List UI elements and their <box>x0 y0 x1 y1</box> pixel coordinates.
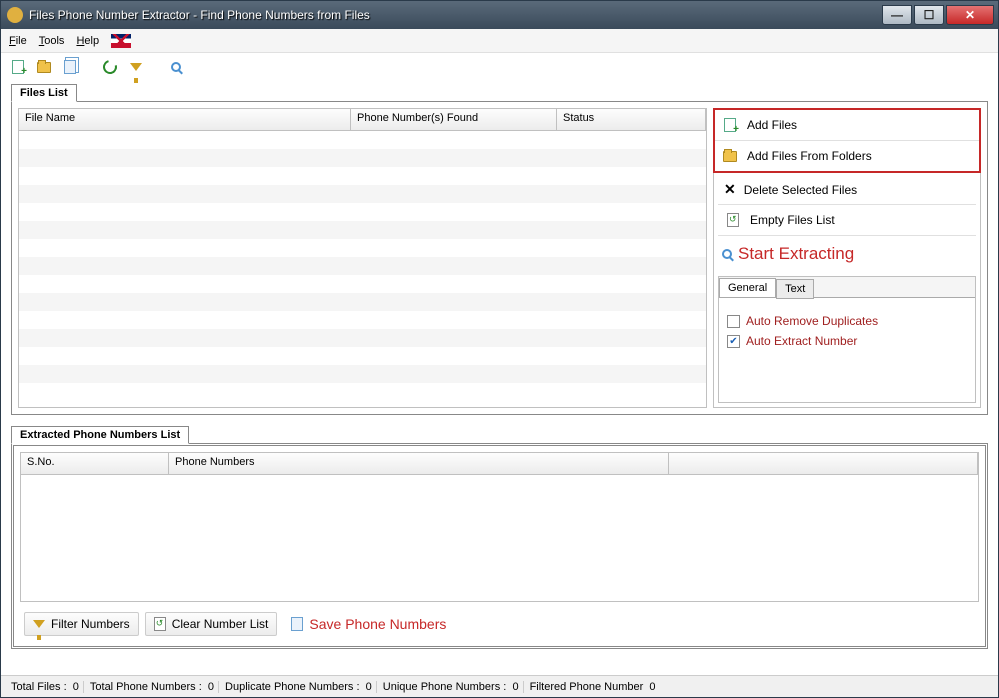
tab-general[interactable]: General <box>719 278 776 298</box>
copy-icon[interactable] <box>61 58 79 76</box>
menu-file[interactable]: File <box>9 35 27 47</box>
files-list-tab[interactable]: Files List <box>11 84 77 102</box>
col-filename[interactable]: File Name <box>19 109 351 130</box>
checkbox-icon <box>727 315 740 328</box>
empty-files-list-button[interactable]: Empty Files List <box>718 205 976 236</box>
add-files-button[interactable]: Add Files <box>715 110 979 141</box>
menubar: File Tools Help <box>1 29 998 53</box>
extracted-list-tab[interactable]: Extracted Phone Numbers List <box>11 426 189 444</box>
menu-tools[interactable]: Tools <box>39 35 65 47</box>
filter-icon[interactable] <box>127 58 145 76</box>
menu-help[interactable]: Help <box>76 35 99 47</box>
side-actions-panel: Add Files Add Files From Folders ✕ Delet… <box>713 108 981 408</box>
add-folder-icon[interactable] <box>35 58 53 76</box>
save-phone-numbers-button[interactable]: Save Phone Numbers <box>283 612 454 636</box>
status-total-phone: Total Phone Numbers : 0 <box>86 681 219 693</box>
statusbar: Total Files : 0 Total Phone Numbers : 0 … <box>1 675 998 697</box>
tab-text[interactable]: Text <box>776 279 814 299</box>
col-sno[interactable]: S.No. <box>21 453 169 474</box>
language-flag-icon[interactable] <box>111 34 131 48</box>
toolbar <box>1 53 998 81</box>
col-phone-found[interactable]: Phone Number(s) Found <box>351 109 557 130</box>
auto-remove-duplicates-checkbox[interactable]: Auto Remove Duplicates <box>727 314 967 328</box>
folder-icon <box>721 147 739 165</box>
add-files-icon <box>721 116 739 134</box>
save-icon <box>291 617 303 631</box>
maximize-button[interactable]: ☐ <box>914 5 944 25</box>
delete-selected-button[interactable]: ✕ Delete Selected Files <box>718 175 976 205</box>
filter-numbers-button[interactable]: Filter Numbers <box>24 612 139 636</box>
search-icon[interactable] <box>167 58 185 76</box>
extracted-group: S.No. Phone Numbers Filter Numbers Clear… <box>11 443 988 649</box>
funnel-icon <box>33 620 45 628</box>
options-tabs: General Text Auto Remove Duplicates ✔ Au… <box>718 276 976 403</box>
add-files-from-folders-button[interactable]: Add Files From Folders <box>715 141 979 171</box>
clear-number-list-button[interactable]: Clear Number List <box>145 612 278 636</box>
titlebar: Files Phone Number Extractor - Find Phon… <box>1 1 998 29</box>
search-icon <box>722 249 732 259</box>
extracted-table: S.No. Phone Numbers <box>20 452 979 602</box>
files-list-group: File Name Phone Number(s) Found Status A… <box>11 101 988 415</box>
add-file-icon[interactable] <box>9 58 27 76</box>
status-total-files: Total Files : 0 <box>7 681 84 693</box>
close-button[interactable]: ✕ <box>946 5 994 25</box>
empty-list-icon <box>724 211 742 229</box>
col-spacer <box>669 453 978 474</box>
app-window: Files Phone Number Extractor - Find Phon… <box>0 0 999 698</box>
status-filtered: Filtered Phone Number 0 <box>526 681 660 693</box>
col-phone-numbers[interactable]: Phone Numbers <box>169 453 669 474</box>
window-title: Files Phone Number Extractor - Find Phon… <box>29 8 880 22</box>
app-icon <box>7 7 23 23</box>
extracted-table-body[interactable] <box>21 475 978 601</box>
checkbox-checked-icon: ✔ <box>727 335 740 348</box>
clear-icon <box>154 617 166 631</box>
col-status[interactable]: Status <box>557 109 706 130</box>
minimize-button[interactable]: — <box>882 5 912 25</box>
highlighted-actions: Add Files Add Files From Folders <box>713 108 981 173</box>
status-duplicate: Duplicate Phone Numbers : 0 <box>221 681 377 693</box>
x-icon: ✕ <box>724 181 736 198</box>
start-extracting-button[interactable]: Start Extracting <box>718 236 976 272</box>
status-unique: Unique Phone Numbers : 0 <box>379 681 524 693</box>
files-table: File Name Phone Number(s) Found Status <box>18 108 707 408</box>
refresh-icon[interactable] <box>101 58 119 76</box>
files-table-body[interactable] <box>19 131 706 407</box>
auto-extract-number-checkbox[interactable]: ✔ Auto Extract Number <box>727 334 967 348</box>
